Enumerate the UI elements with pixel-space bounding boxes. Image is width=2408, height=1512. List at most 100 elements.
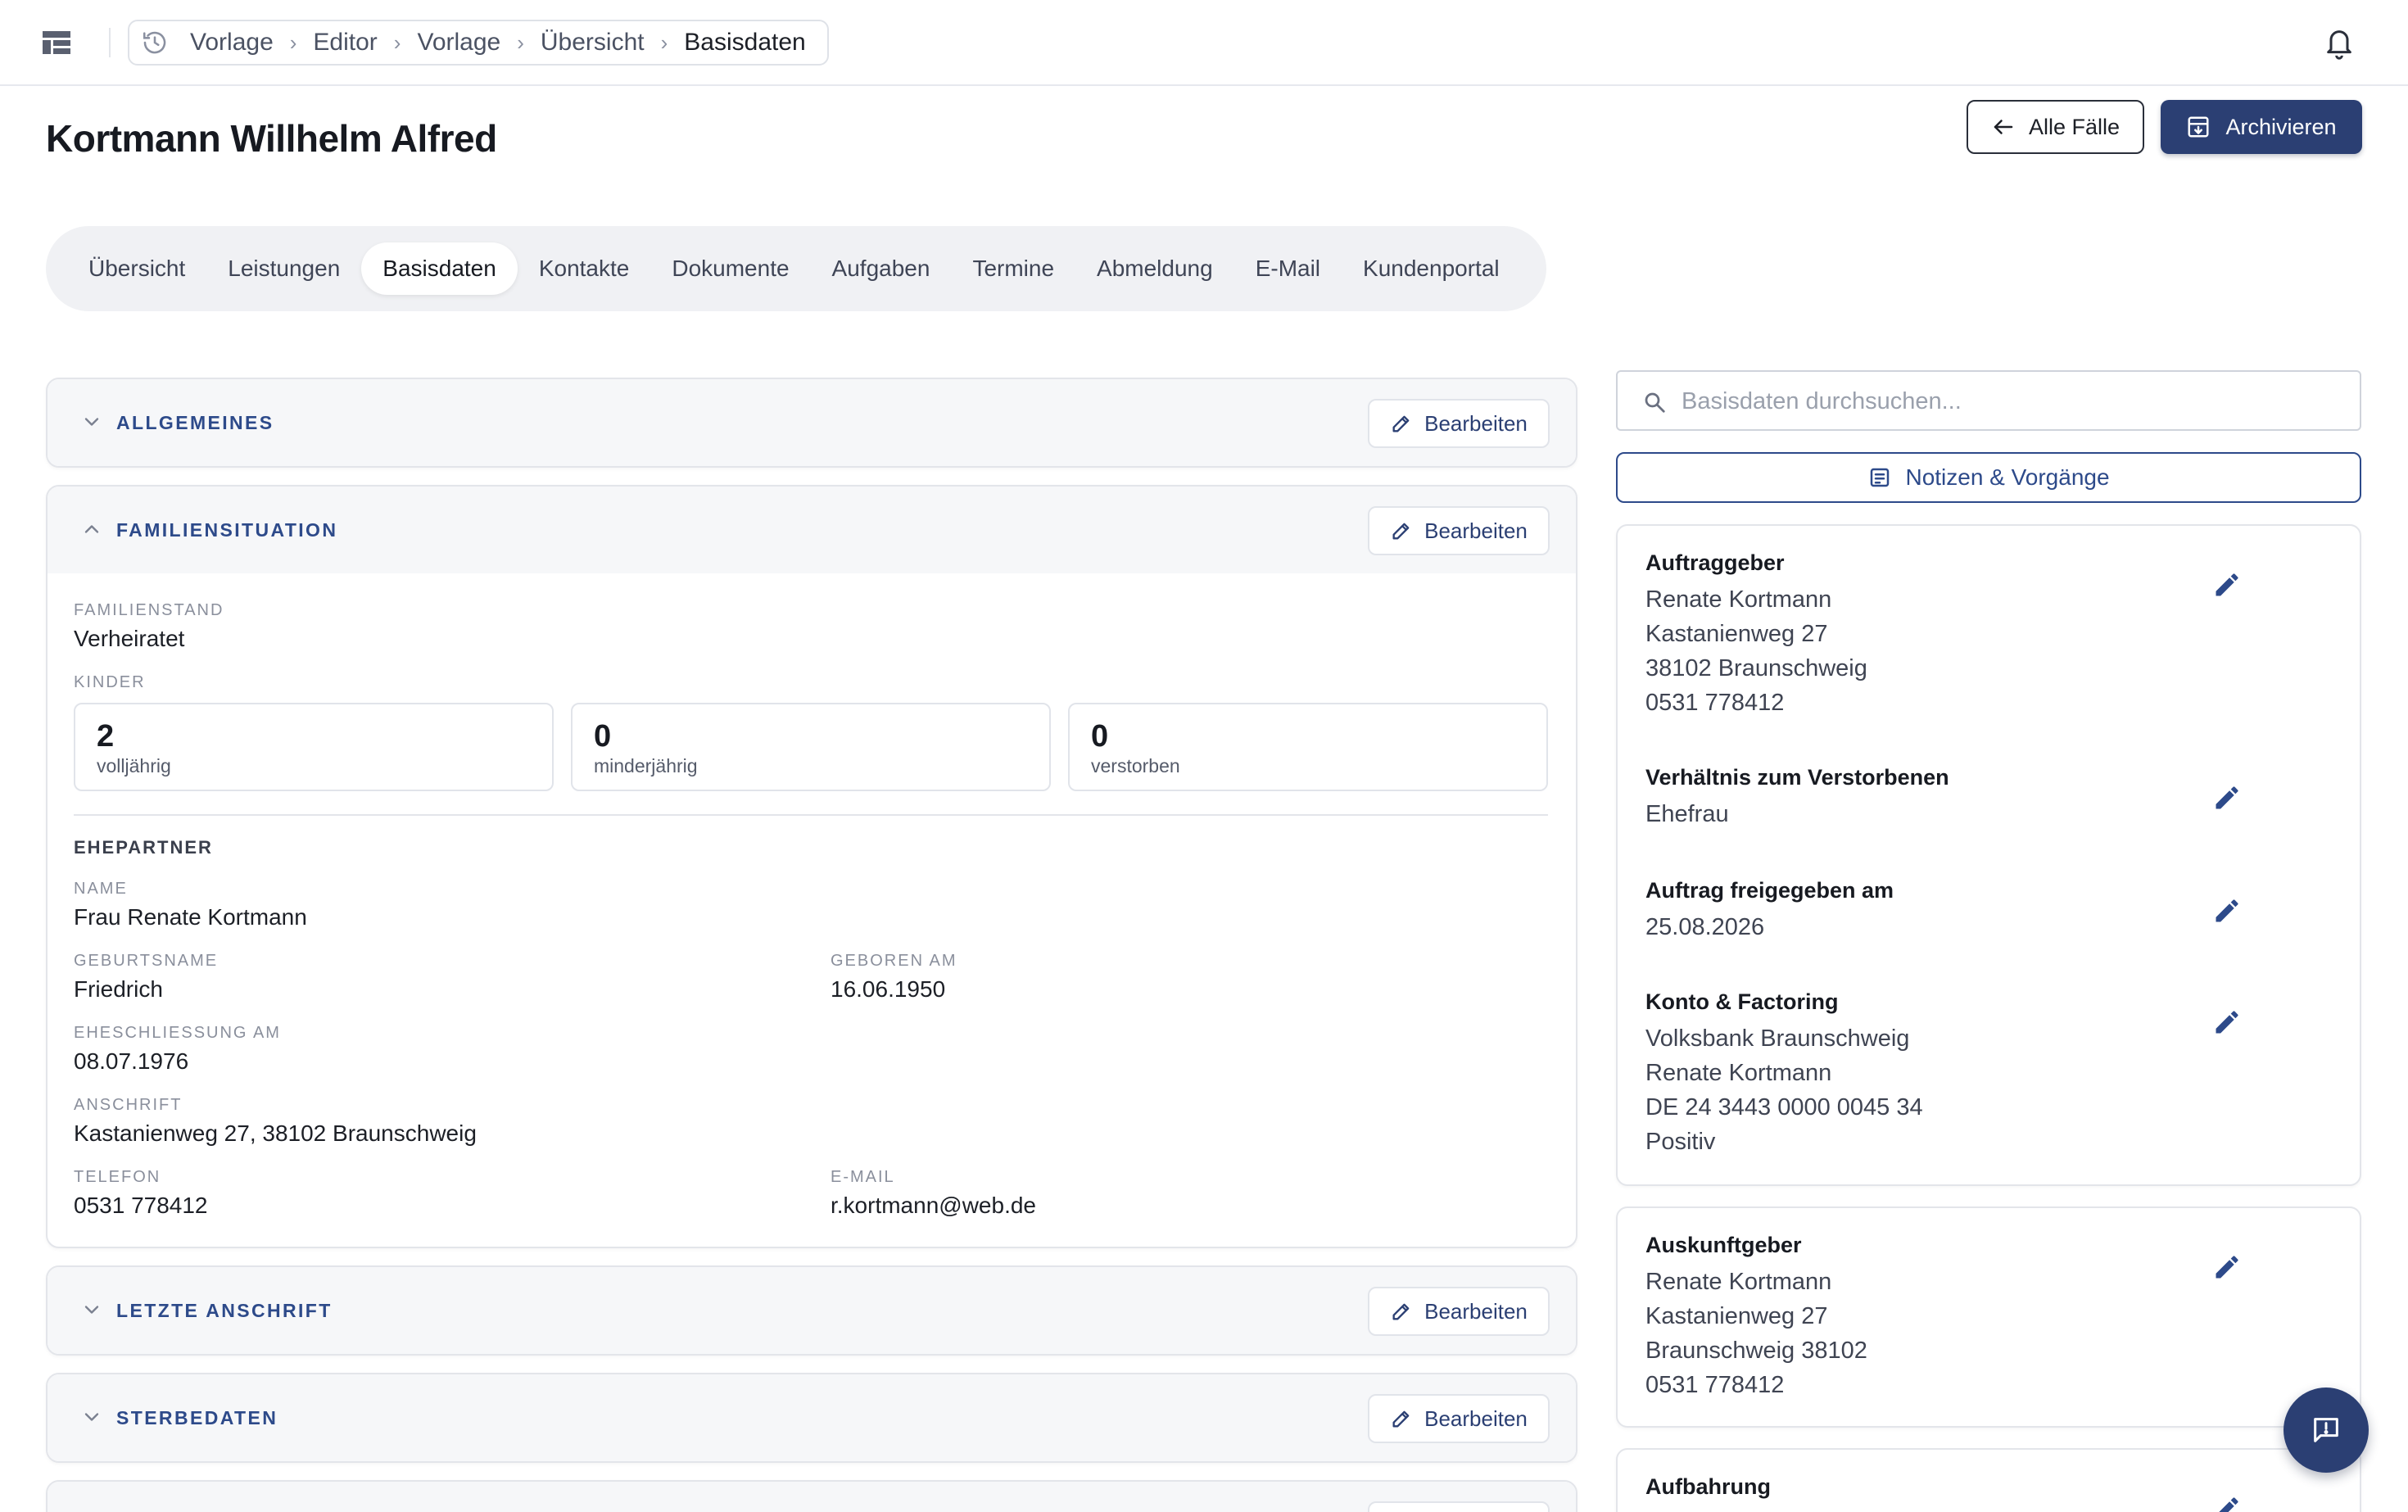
field-value-geboren: 16.06.1950 xyxy=(831,976,946,1002)
edit-button[interactable]: Bearbeiten xyxy=(1368,399,1550,448)
pencil-icon[interactable] xyxy=(2212,1252,2242,1282)
edit-label: Bearbeiten xyxy=(1424,1298,1528,1324)
chevron-down-icon[interactable] xyxy=(80,410,103,433)
edit-button[interactable]: Bearbeiten xyxy=(1368,506,1550,555)
section-title: FAMILIENSITUATION xyxy=(116,518,338,541)
tab-termine[interactable]: Termine xyxy=(951,242,1075,295)
info-line: 38102 Braunschweig xyxy=(1645,655,1867,681)
field-value-anschrift: Kastanienweg 27, 38102 Braunschweig xyxy=(74,1120,477,1146)
breadcrumb-item[interactable]: Editor xyxy=(313,29,377,57)
field-value-eheschliessung: 08.07.1976 xyxy=(74,1048,189,1074)
field-label-eheschliessung: EHESCHLIESSUNG AM xyxy=(74,1024,281,1042)
section-header[interactable] xyxy=(48,1482,1576,1512)
breadcrumb-item[interactable]: Übersicht xyxy=(541,29,645,57)
field-label-geboren: GEBOREN AM xyxy=(831,952,957,970)
info-title-auskunftgeber: Auskunftgeber xyxy=(1645,1233,1802,1257)
pencil-icon xyxy=(1390,519,1413,542)
top-bar: Vorlage › Editor › Vorlage › Übersicht ›… xyxy=(0,0,2408,86)
children-count: 0 xyxy=(594,719,612,754)
info-line: Volksbank Braunschweig xyxy=(1645,1025,1910,1052)
pencil-icon[interactable] xyxy=(2212,570,2242,600)
info-line: Kastanienweg 27 xyxy=(1645,1303,1828,1329)
breadcrumb: Vorlage › Editor › Vorlage › Übersicht ›… xyxy=(128,20,829,66)
topbar-divider xyxy=(109,28,111,57)
pencil-icon[interactable] xyxy=(2212,1007,2242,1037)
section-next xyxy=(46,1480,1577,1512)
breadcrumb-current: Basisdaten xyxy=(684,29,806,56)
children-card-minor: 0 minderjährig xyxy=(571,703,1051,791)
section-letzte-anschrift: LETZTE ANSCHRIFT Bearbeiten xyxy=(46,1265,1577,1356)
section-header[interactable]: STERBEDATEN Bearbeiten xyxy=(48,1374,1576,1461)
info-line: Kastanienweg 27 xyxy=(1645,621,1828,647)
archive-button[interactable]: Archivieren xyxy=(2161,100,2362,154)
section-sterbedaten: STERBEDATEN Bearbeiten xyxy=(46,1373,1577,1463)
info-line: Braunschweig 38102 xyxy=(1645,1338,1867,1364)
children-card-deceased: 0 verstorben xyxy=(1068,703,1548,791)
section-title: LETZTE ANSCHRIFT xyxy=(116,1299,333,1321)
field-label-email: E-MAIL xyxy=(831,1168,895,1186)
field-value-name: Frau Renate Kortmann xyxy=(74,904,307,930)
children-caption: minderjährig xyxy=(594,755,698,776)
info-line: Positiv xyxy=(1645,1129,1716,1155)
breadcrumb-separator: › xyxy=(517,29,524,55)
notes-label: Notizen & Vorgänge xyxy=(1905,464,2110,490)
info-line: DE 24 3443 0000 0045 34 xyxy=(1645,1094,1923,1120)
info-card-aufbahrung: Aufbahrung xyxy=(1616,1448,2361,1512)
page-title: Kortmann Willhelm Alfred xyxy=(46,117,497,160)
search-input[interactable] xyxy=(1682,382,2337,421)
tab-basisdaten[interactable]: Basisdaten xyxy=(361,242,518,295)
edit-label: Bearbeiten xyxy=(1424,1406,1528,1431)
all-cases-button[interactable]: Alle Fälle xyxy=(1967,100,2144,154)
tab-dokumente[interactable]: Dokumente xyxy=(650,242,810,295)
tab-kontakte[interactable]: Kontakte xyxy=(518,242,651,295)
info-line: 0531 778412 xyxy=(1645,1372,1785,1398)
notes-icon xyxy=(1867,465,1892,490)
info-title-aufbahrung: Aufbahrung xyxy=(1645,1474,1771,1499)
tab-uebersicht[interactable]: Übersicht xyxy=(67,242,206,295)
pencil-icon[interactable] xyxy=(2212,783,2242,813)
section-allgemeines: ALLGEMEINES Bearbeiten xyxy=(46,378,1577,468)
edit-button[interactable]: Bearbeiten xyxy=(1368,1287,1550,1336)
tab-abmeldung[interactable]: Abmeldung xyxy=(1075,242,1234,295)
info-line: Ehefrau xyxy=(1645,801,1729,827)
section-header[interactable]: FAMILIENSITUATION Bearbeiten xyxy=(48,487,1576,573)
info-title-verhaeltnis: Verhältnis zum Verstorbenen xyxy=(1645,765,1949,790)
search-field[interactable] xyxy=(1616,370,2361,431)
field-value-geburtsname: Friedrich xyxy=(74,976,163,1002)
pencil-icon[interactable] xyxy=(2212,1494,2242,1512)
info-line: Renate Kortmann xyxy=(1645,586,1832,613)
field-value-email: r.kortmann@web.de xyxy=(831,1193,1036,1218)
bell-icon[interactable] xyxy=(2323,25,2356,61)
edit-button[interactable] xyxy=(1368,1501,1550,1512)
pencil-icon xyxy=(1390,412,1413,435)
tab-email[interactable]: E-Mail xyxy=(1234,242,1342,295)
breadcrumb-item[interactable]: Vorlage xyxy=(417,29,500,57)
chevron-up-icon[interactable] xyxy=(80,518,103,541)
chat-icon xyxy=(2310,1414,2342,1446)
edit-button[interactable]: Bearbeiten xyxy=(1368,1394,1550,1443)
divider xyxy=(74,814,1548,816)
notes-button[interactable]: Notizen & Vorgänge xyxy=(1616,452,2361,503)
chat-button[interactable] xyxy=(2284,1388,2369,1473)
info-line: Renate Kortmann xyxy=(1645,1060,1832,1086)
spouse-subheading: EHEPARTNER xyxy=(74,837,213,858)
breadcrumb-separator: › xyxy=(289,29,297,55)
info-line: 0531 778412 xyxy=(1645,690,1785,716)
section-header[interactable]: ALLGEMEINES Bearbeiten xyxy=(48,379,1576,466)
field-label-name: NAME xyxy=(74,880,128,898)
tab-aufgaben[interactable]: Aufgaben xyxy=(811,242,952,295)
pencil-icon xyxy=(1390,1407,1413,1430)
menu-icon[interactable] xyxy=(43,31,70,54)
info-card-auskunftgeber: Auskunftgeber Renate Kortmann Kastanienw… xyxy=(1616,1206,2361,1428)
section-title: ALLGEMEINES xyxy=(116,411,274,433)
edit-label: Bearbeiten xyxy=(1424,410,1528,436)
breadcrumb-item[interactable]: Vorlage xyxy=(190,29,274,57)
info-line: 25.08.2026 xyxy=(1645,914,1765,940)
pencil-icon[interactable] xyxy=(2212,896,2242,926)
section-header[interactable]: LETZTE ANSCHRIFT Bearbeiten xyxy=(48,1267,1576,1354)
chevron-down-icon[interactable] xyxy=(80,1406,103,1428)
tab-leistungen[interactable]: Leistungen xyxy=(206,242,361,295)
history-icon[interactable] xyxy=(141,29,169,57)
tab-kundenportal[interactable]: Kundenportal xyxy=(1342,242,1521,295)
chevron-down-icon[interactable] xyxy=(80,1298,103,1321)
